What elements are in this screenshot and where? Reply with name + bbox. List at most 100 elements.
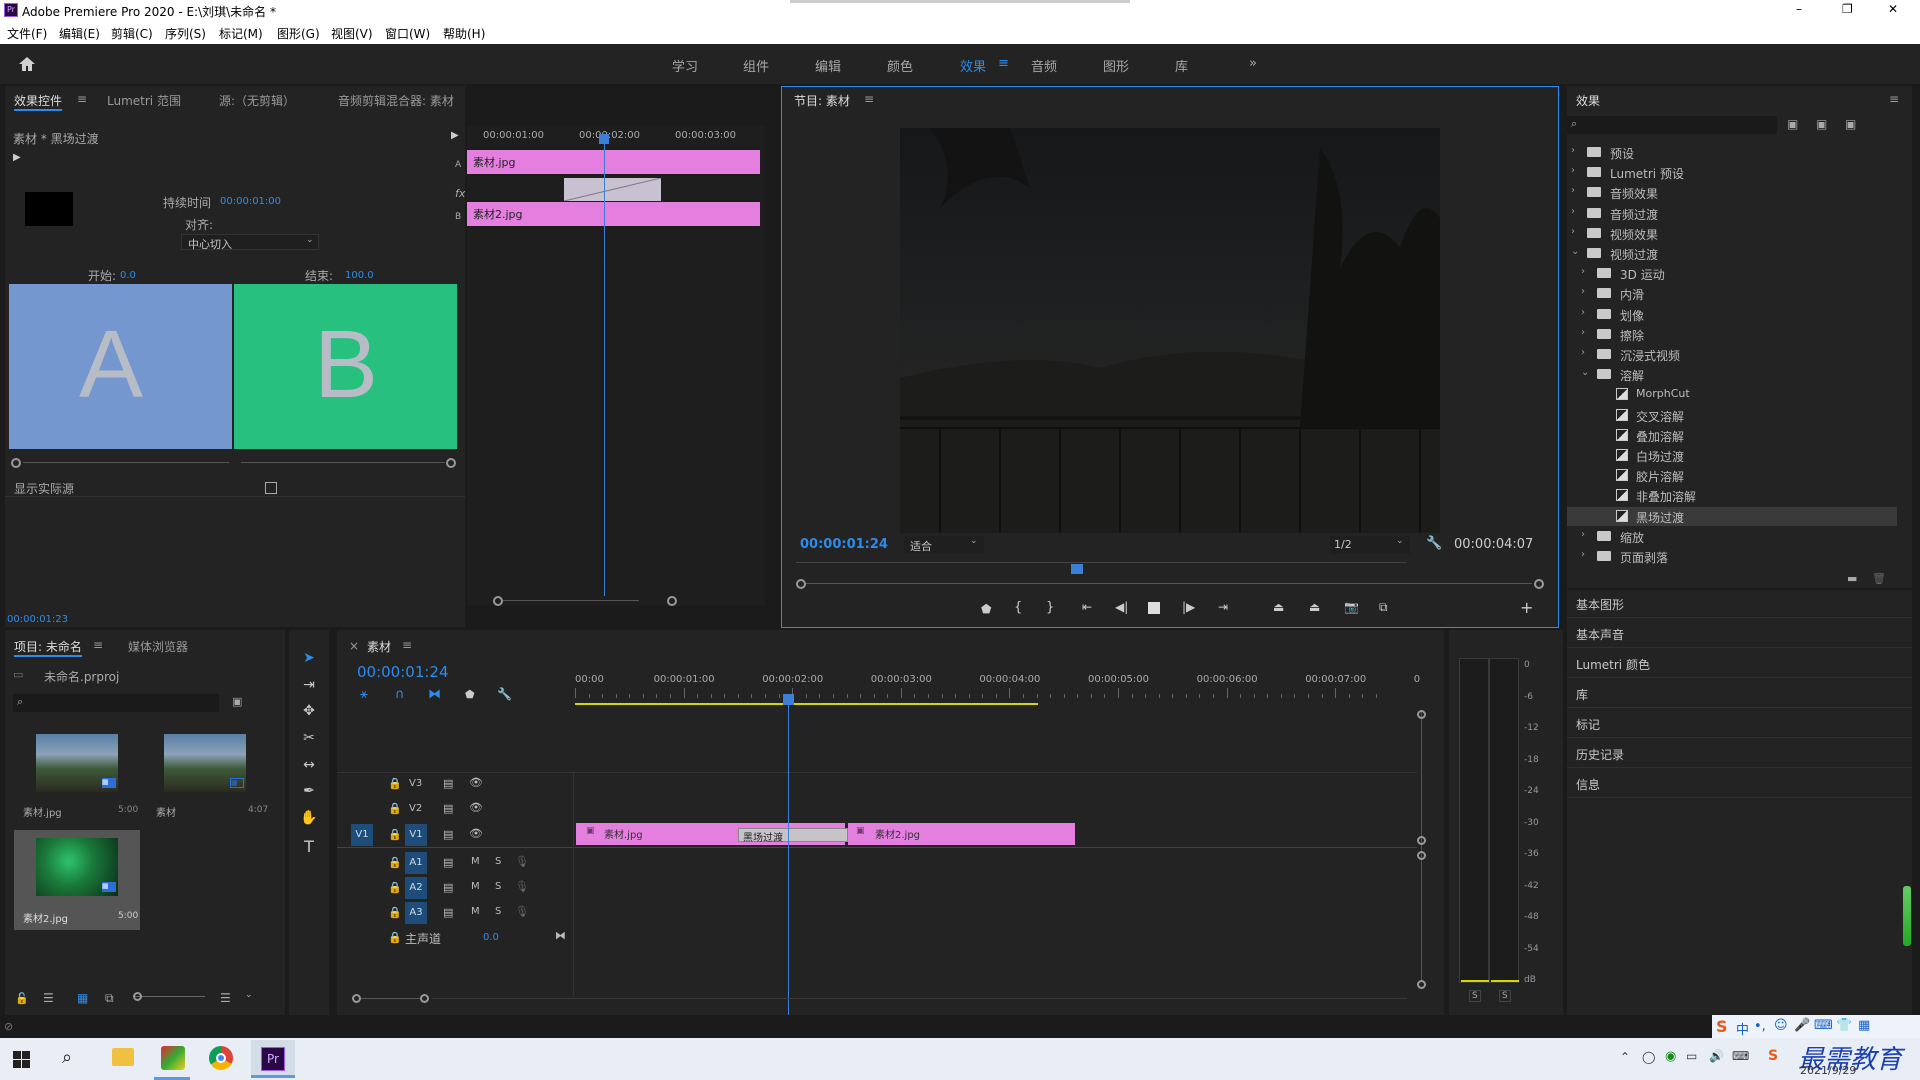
lock-icon[interactable]: 🔒 — [388, 931, 402, 944]
razor-tool-icon[interactable]: ✂ — [298, 730, 320, 750]
32bit-effects-icon[interactable]: ▣ — [1816, 117, 1827, 131]
volume-icon[interactable]: 🔊 — [1709, 1049, 1724, 1063]
add-marker-icon[interactable]: ⬟ — [465, 688, 475, 701]
timeline-timecode[interactable]: 00:00:01:24 — [357, 663, 449, 681]
effects-tree-item[interactable]: ⌄ 视频过渡 — [1567, 244, 1897, 263]
ime-tray-icon[interactable]: ⌨ — [1732, 1049, 1749, 1063]
vertical-scroll-track[interactable] — [1421, 710, 1422, 980]
effects-tree-item[interactable]: › Lumetri 预设 — [1567, 163, 1897, 182]
fit-dropdown[interactable]: 适合 ⌄ — [904, 536, 984, 554]
effects-tree-item[interactable]: 胶片溶解 — [1567, 466, 1897, 485]
effects-tree-item[interactable]: › 3D 运动 — [1567, 264, 1897, 283]
scroll-handle-mid[interactable] — [1417, 836, 1426, 845]
timeline-ruler[interactable]: 00:00 00:00:01:00 00:00:02:00 00:00:03:00 00… — [575, 674, 1420, 704]
windows-start-icon[interactable] — [13, 1051, 30, 1068]
slip-tool-icon[interactable]: ↔ — [298, 757, 320, 777]
chevron-right-icon[interactable]: › — [1571, 206, 1575, 217]
side-panel-tab[interactable]: 库 — [1567, 680, 1912, 708]
lock-icon[interactable]: 🔒 — [388, 906, 402, 919]
mini-clip-b[interactable]: 素材2.jpg — [467, 202, 760, 226]
settings-wrench-icon[interactable]: 🔧 — [1426, 536, 1442, 551]
lock-icon[interactable]: 🔒 — [388, 856, 402, 869]
ec-timecode[interactable]: 00:00:01:23 — [7, 614, 68, 625]
stop-icon[interactable] — [1148, 602, 1160, 614]
start-slider-handle[interactable] — [11, 458, 21, 468]
add-marker-icon[interactable]: ⬟ — [981, 602, 991, 616]
menu-clip[interactable]: 剪辑(C) — [111, 25, 153, 42]
minimize-button[interactable]: – — [1796, 2, 1802, 16]
zoom-track[interactable] — [361, 998, 421, 999]
app-icon[interactable] — [161, 1046, 185, 1070]
side-panel-tab[interactable]: 历史记录 — [1567, 740, 1912, 768]
effects-tree-item[interactable]: › 预设 — [1567, 143, 1897, 162]
comparison-view-icon[interactable]: ⧉ — [1379, 600, 1388, 615]
timeline-menu-icon[interactable]: ≡ — [402, 638, 412, 652]
workspace-color[interactable]: 颜色 — [887, 56, 913, 75]
sync-lock-icon[interactable]: ▤ — [443, 881, 453, 894]
effects-tree-item[interactable]: ⌄ 溶解 — [1567, 365, 1897, 384]
home-icon[interactable] — [18, 56, 36, 72]
track-label[interactable]: A1 — [405, 852, 427, 874]
microphone-icon[interactable]: 🎙 — [515, 880, 529, 893]
effects-tree-item[interactable]: 叠加溶解 — [1567, 426, 1897, 445]
pen-tool-icon[interactable]: ✒ — [298, 783, 320, 803]
end-slider-track[interactable] — [241, 462, 445, 463]
keyboard-icon[interactable]: ⌨ — [1814, 1018, 1833, 1033]
workspace-editing[interactable]: 编辑 — [815, 56, 841, 75]
program-menu-icon[interactable]: ≡ — [864, 92, 874, 106]
mini-clip-a[interactable]: 素材.jpg — [467, 150, 760, 174]
thumb-size-handle[interactable] — [133, 992, 142, 1001]
track-label[interactable]: V1 — [405, 824, 427, 846]
effects-tree-item[interactable]: 黑场过渡 — [1567, 506, 1897, 526]
lock-icon[interactable]: 🔒 — [388, 828, 402, 841]
program-zoom-track[interactable] — [806, 583, 1532, 584]
premiere-taskbar-button[interactable]: Pr — [251, 1040, 295, 1078]
freeform-view-icon[interactable]: ⧉ — [105, 991, 114, 1006]
sync-lock-icon[interactable]: ▤ — [443, 777, 453, 790]
timeline-clip-2[interactable]: ▣ 素材2.jpg — [848, 823, 1075, 845]
voice-icon[interactable]: 🎤 — [1794, 1018, 1810, 1033]
network-icon[interactable]: ▭ — [1686, 1049, 1697, 1063]
chevron-right-icon[interactable]: › — [1581, 529, 1585, 540]
microphone-icon[interactable]: 🎙 — [515, 905, 529, 918]
extract-icon[interactable]: ⏏ — [1309, 600, 1320, 614]
play-preview-icon[interactable]: ▶ — [13, 152, 21, 163]
effects-tree-item[interactable]: › 页面剥落 — [1567, 547, 1897, 566]
end-slider-handle[interactable] — [446, 458, 456, 468]
effects-tree-item[interactable]: 非叠加溶解 — [1567, 486, 1897, 505]
insert-sequence-icon[interactable]: ⚹ — [360, 687, 368, 702]
snap-icon[interactable]: ∩ — [395, 687, 405, 702]
chevron-right-icon[interactable]: › — [1581, 327, 1585, 338]
effects-tree-item[interactable]: › 内滑 — [1567, 284, 1897, 303]
side-panel-tab[interactable]: 基本图形 — [1567, 590, 1912, 618]
mark-in-icon[interactable]: { — [1014, 600, 1022, 615]
type-tool-icon[interactable]: T — [298, 837, 320, 857]
zoom-handle-right[interactable] — [420, 994, 429, 1003]
program-timecode[interactable]: 00:00:01:24 — [800, 537, 888, 552]
mini-playhead[interactable] — [604, 136, 605, 596]
punctuation-icon[interactable]: •, — [1754, 1019, 1766, 1034]
maximize-button[interactable]: ❐ — [1842, 2, 1853, 16]
selection-tool-icon[interactable]: ➤ — [298, 650, 320, 670]
new-bin-from-search-icon[interactable]: ▣ — [232, 695, 242, 708]
new-bin-icon[interactable]: ▬ — [1847, 572, 1857, 585]
end-value[interactable]: 100.0 — [345, 270, 374, 281]
scroll-handle-top[interactable] — [1417, 710, 1426, 719]
source-patch-v1[interactable]: V1 — [351, 824, 373, 846]
ime-mode[interactable]: 中 — [1736, 1019, 1749, 1038]
chevron-down-icon[interactable]: ⌄ — [1571, 246, 1579, 257]
close-button[interactable]: ✕ — [1888, 2, 1898, 16]
chevron-right-icon[interactable]: › — [1571, 185, 1575, 196]
start-value[interactable]: 0.0 — [120, 270, 136, 281]
chevron-right-icon[interactable]: › — [1581, 286, 1585, 297]
effects-tree-item[interactable]: 白场过渡 — [1567, 446, 1897, 465]
tab-source[interactable]: 源:（无剪辑） — [219, 92, 295, 109]
tab-audio-mixer[interactable]: 音频剪辑混合器: 素材 — [338, 92, 454, 109]
eye-icon[interactable]: 👁 — [469, 776, 483, 789]
workspace-overflow-icon[interactable]: » — [1249, 56, 1257, 71]
effects-menu-icon[interactable]: ≡ — [1889, 92, 1899, 106]
menu-sequence[interactable]: 序列(S) — [165, 25, 206, 42]
skin-icon[interactable]: 👕 — [1836, 1018, 1852, 1033]
chevron-right-icon[interactable]: › — [1581, 266, 1585, 277]
workspace-audio[interactable]: 音频 — [1031, 56, 1057, 75]
